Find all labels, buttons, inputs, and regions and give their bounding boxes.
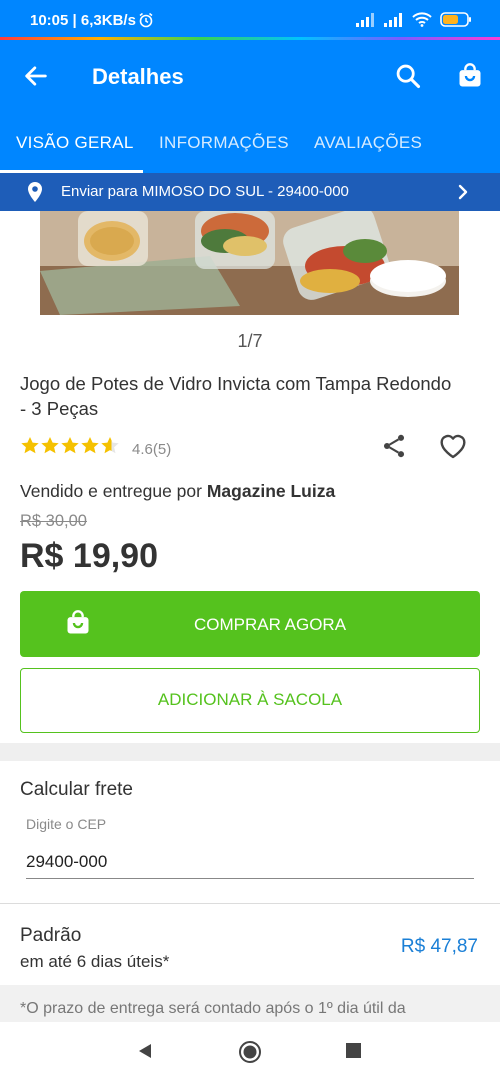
cep-label: Digite o CEP bbox=[26, 816, 107, 832]
heart-icon[interactable] bbox=[437, 430, 469, 465]
shipping-location-banner[interactable]: Enviar para MIMOSO DO SUL - 29400-000 bbox=[0, 173, 500, 211]
tab-visao-geral[interactable]: VISÃO GERAL bbox=[16, 133, 134, 153]
search-icon[interactable] bbox=[394, 62, 422, 90]
shipping-location-text: Enviar para MIMOSO DO SUL - 29400-000 bbox=[61, 183, 349, 200]
shipping-option-name: Padrão bbox=[20, 925, 82, 946]
seller-info: Vendido e entregue por Magazine Luiza bbox=[20, 481, 335, 502]
section-divider bbox=[0, 743, 500, 761]
share-icon[interactable] bbox=[380, 432, 408, 465]
location-pin-icon bbox=[26, 181, 44, 208]
buy-now-button[interactable]: COMPRAR AGORA bbox=[20, 591, 480, 657]
status-time: 10:05 | 6,3KB/s bbox=[30, 12, 136, 29]
seller-name: Magazine Luiza bbox=[206, 481, 336, 501]
signal-icon-2 bbox=[384, 12, 404, 32]
nav-home-icon[interactable] bbox=[238, 1040, 262, 1069]
cep-input[interactable] bbox=[26, 845, 474, 879]
frete-title: Calcular frete bbox=[20, 779, 133, 800]
signal-icon bbox=[356, 12, 376, 32]
system-nav-bar bbox=[0, 1022, 500, 1082]
shipping-option-price: R$ 47,87 bbox=[400, 936, 478, 957]
current-price: R$ 19,90 bbox=[20, 537, 158, 575]
delivery-note: *O prazo de entrega será contado após o … bbox=[20, 1000, 406, 1017]
nav-recents-icon[interactable] bbox=[345, 1042, 362, 1064]
divider bbox=[0, 903, 500, 904]
add-to-bag-button[interactable]: ADICIONAR À SACOLA bbox=[20, 668, 480, 733]
app-bar: Detalhes bbox=[0, 40, 500, 113]
tab-bar: VISÃO GERAL INFORMAÇÕES AVALIAÇÕES bbox=[0, 113, 500, 173]
tab-avaliacoes[interactable]: AVALIAÇÕES bbox=[314, 133, 422, 153]
alarm-icon bbox=[138, 12, 154, 33]
product-title: Jogo de Potes de Vidro Invicta com Tampa… bbox=[20, 373, 452, 419]
star-rating-icon bbox=[20, 436, 122, 462]
product-image[interactable] bbox=[40, 211, 459, 315]
status-bar: 10:05 | 6,3KB/s bbox=[0, 0, 500, 40]
buy-now-label: COMPRAR AGORA bbox=[193, 615, 347, 634]
image-pager: 1/7 bbox=[237, 331, 263, 351]
seller-prefix: Vendido e entregue por bbox=[20, 481, 202, 501]
tab-informacoes[interactable]: INFORMAÇÕES bbox=[159, 133, 289, 153]
shipping-option-days: em até 6 dias úteis* bbox=[20, 952, 170, 971]
arrow-left-icon[interactable] bbox=[22, 62, 50, 90]
shopping-bag-icon[interactable] bbox=[456, 62, 484, 90]
page-title: Detalhes bbox=[92, 64, 184, 89]
nav-back-icon[interactable] bbox=[136, 1042, 154, 1065]
rating-text: 4.6(5) bbox=[132, 440, 172, 458]
battery-icon bbox=[440, 12, 472, 32]
chevron-right-icon bbox=[456, 183, 470, 206]
wifi-icon bbox=[412, 12, 432, 32]
product-rating[interactable]: 4.6(5) bbox=[20, 436, 171, 462]
old-price: R$ 30,00 bbox=[20, 512, 87, 530]
